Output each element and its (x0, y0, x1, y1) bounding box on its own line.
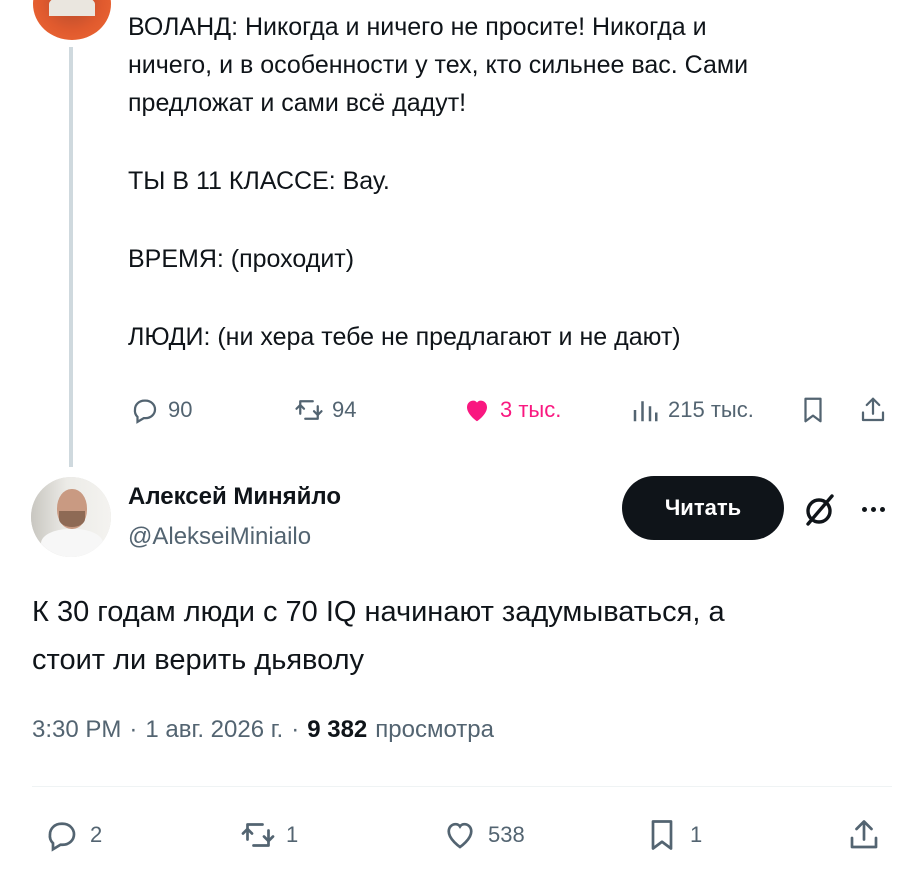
reply-button[interactable]: 2 (44, 812, 102, 858)
bookmark-icon (651, 820, 673, 850)
parent-line: ТЫ В 11 КЛАССЕ: Вау. (128, 167, 390, 195)
parent-reply-count: 90 (168, 397, 193, 422)
views-label: просмотра (375, 716, 494, 743)
parent-repost-count: 94 (332, 397, 357, 422)
reply-icon (133, 399, 157, 424)
parent-tweet-text: ВОЛАНД: Никогда и ничего не просите! Ник… (128, 8, 888, 356)
reply-count: 2 (90, 822, 103, 847)
parent-repost-button[interactable]: 94 (294, 388, 356, 432)
parent-like-count: 3 тыс. (500, 397, 562, 422)
tweet-text: К 30 годам люди с 70 IQ начинают задумыв… (32, 588, 892, 684)
bookmark-count: 1 (690, 822, 703, 847)
repost-icon (295, 400, 323, 420)
heart-filled-icon (467, 400, 487, 422)
author-avatar[interactable] (31, 477, 111, 557)
tweet-meta: 3:30 PM · 1 авг. 2026 г. · 9 382 просмот… (32, 716, 494, 744)
views-count: 9 382 (307, 716, 368, 743)
grok-icon[interactable] (800, 490, 840, 530)
parent-share-button[interactable] (858, 388, 888, 432)
like-button[interactable]: 538 (442, 812, 525, 858)
divider (32, 786, 892, 787)
parent-avatar[interactable] (33, 0, 111, 40)
parent-line: ВОЛАНД: Никогда и ничего не просите! Ник… (128, 13, 707, 41)
follow-button[interactable]: Читать (622, 476, 784, 540)
parent-like-button[interactable]: 3 тыс. (462, 388, 561, 432)
parent-view-count: 215 тыс. (668, 397, 754, 422)
share-button[interactable] (846, 812, 882, 858)
parent-views[interactable]: 215 тыс. (630, 388, 754, 432)
repost-count: 1 (286, 822, 299, 847)
repost-button[interactable]: 1 (240, 812, 298, 858)
share-icon (850, 820, 878, 849)
bookmark-button[interactable]: 1 (644, 812, 702, 858)
more-options-icon[interactable] (856, 494, 890, 524)
meta-separator: · (291, 716, 300, 743)
parent-line: ЛЮДИ: (ни хера тебе не предлагают и не д… (128, 323, 681, 351)
thread-line (69, 47, 73, 467)
parent-reply-button[interactable]: 90 (130, 388, 192, 432)
parent-bookmark-button[interactable] (798, 388, 828, 432)
analytics-icon (633, 401, 658, 422)
bookmark-icon (804, 397, 822, 423)
tweet-time[interactable]: 3:30 PM (32, 716, 121, 744)
parent-line: предложат и сами всё дадут! (128, 89, 467, 117)
tweet-date[interactable]: 1 авг. 2026 г. (145, 716, 283, 744)
meta-separator: · (129, 716, 138, 743)
parent-line: ничего, и в особенности у тех, кто сильн… (128, 51, 749, 79)
tweet-text-line: К 30 годам люди с 70 IQ начинают задумыв… (32, 596, 725, 628)
reply-icon (48, 822, 76, 852)
author-name[interactable]: Алексей Миняйло (128, 483, 341, 511)
parent-line: ВРЕМЯ: (проходит) (128, 245, 355, 273)
repost-icon (241, 823, 275, 847)
heart-icon (447, 822, 473, 849)
tweet-text-line: стоит ли верить дьяволу (32, 644, 365, 676)
share-icon (861, 397, 885, 422)
author-handle[interactable]: @AlekseiMiniailo (128, 523, 311, 551)
like-count: 538 (488, 822, 525, 847)
